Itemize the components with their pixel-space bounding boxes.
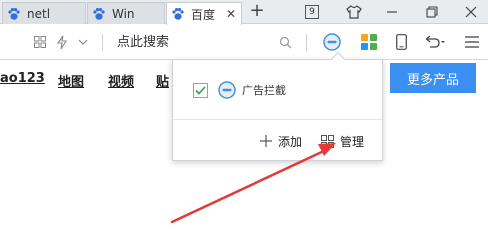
close-tab-icon[interactable]: ✕ (226, 7, 236, 21)
lightning-icon (56, 35, 67, 49)
toolbar (0, 25, 488, 60)
tab-count-button[interactable]: 9 (302, 0, 322, 24)
app-grid-button[interactable] (33, 34, 47, 50)
mobile-button[interactable] (394, 33, 408, 51)
baidu-paw-icon (172, 8, 184, 20)
main-menu-button[interactable] (464, 34, 480, 50)
speed-mode-button[interactable] (55, 34, 69, 50)
extension-enable-checkbox[interactable] (193, 82, 208, 98)
checkmark-icon (195, 85, 206, 95)
extension-row: 广告拦截 (193, 80, 286, 100)
tab-netl[interactable]: netl (2, 2, 86, 24)
add-extension-button[interactable]: 添加 (260, 132, 302, 150)
toolbar-divider (102, 34, 103, 51)
app-center-button[interactable] (360, 33, 378, 51)
tab-win[interactable]: Win (87, 2, 165, 24)
menu-icon (465, 36, 479, 48)
phone-icon (395, 34, 407, 50)
manage-label: 管理 (340, 134, 365, 149)
engine-dropdown[interactable] (77, 34, 89, 50)
skin-button[interactable] (342, 0, 366, 24)
app-center-icon (361, 34, 377, 50)
grid-icon (321, 134, 334, 148)
tab-strip: netl Win 百度 ✕ + 9 (0, 0, 488, 25)
nav-link-tieba[interactable]: 贴 (156, 71, 169, 90)
new-tab-button[interactable]: + (246, 1, 268, 23)
search-input[interactable] (117, 33, 277, 51)
baidu-paw-icon (8, 7, 20, 20)
plus-icon (260, 135, 272, 147)
extension-popup: 广告拦截 添加 管理 (172, 51, 383, 161)
close-icon (465, 6, 477, 18)
undo-icon (425, 35, 445, 48)
grid-icon (34, 36, 46, 48)
tab-label: 百度 (191, 7, 216, 22)
search-button[interactable] (278, 34, 292, 50)
adblock-icon (218, 81, 236, 99)
restore-icon (426, 6, 438, 18)
tab-label: netl (27, 6, 51, 21)
adblock-icon (323, 33, 341, 51)
minimize-icon (387, 11, 397, 13)
add-label: 添加 (278, 134, 303, 149)
extension-name: 广告拦截 (242, 84, 286, 97)
minimize-button[interactable] (380, 0, 404, 24)
nav-link-map[interactable]: 地图 (58, 71, 84, 90)
nav-link-video[interactable]: 视频 (108, 71, 134, 90)
manage-extensions-button[interactable]: 管理 (321, 132, 364, 150)
close-window-button[interactable] (458, 0, 484, 24)
baidu-paw-icon (93, 7, 105, 20)
chevron-down-icon (78, 39, 88, 45)
popup-divider (173, 119, 382, 120)
nav-link-hao123[interactable]: ao123 (0, 71, 45, 86)
undo-close-button[interactable] (422, 33, 446, 51)
tshirt-icon (346, 5, 362, 19)
toolbar-divider (306, 34, 307, 51)
search-icon (279, 36, 291, 48)
restore-button[interactable] (420, 0, 444, 24)
more-products-button[interactable]: 更多产品 (390, 63, 476, 93)
tab-baidu[interactable]: 百度 ✕ (166, 2, 242, 25)
adblock-extension-button[interactable] (322, 32, 342, 52)
tab-label: Win (112, 6, 135, 21)
tab-count-badge: 9 (305, 5, 319, 19)
